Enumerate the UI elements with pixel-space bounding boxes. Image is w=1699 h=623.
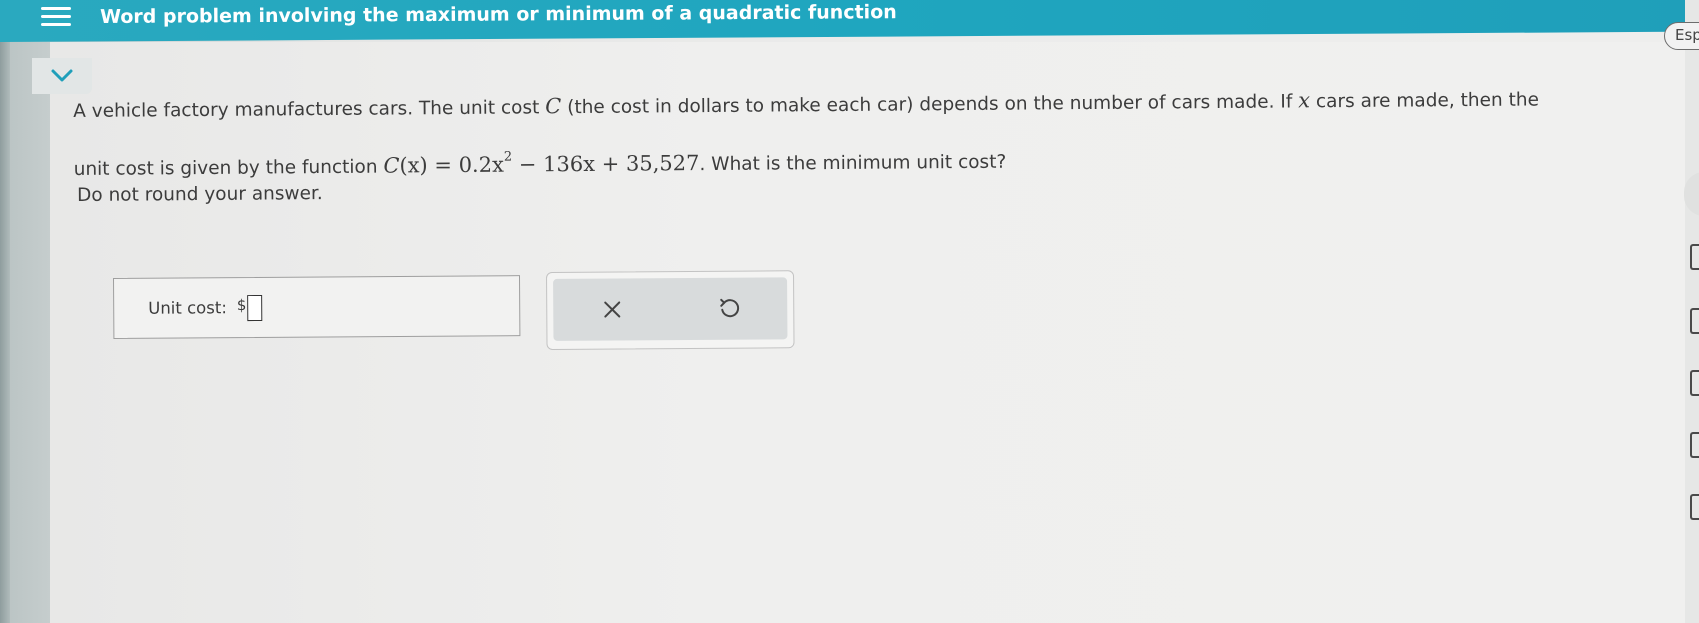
instruction-text: Do not round your answer.	[77, 183, 323, 206]
problem-text: cars are made, then the	[1309, 89, 1540, 113]
action-buttons	[553, 277, 788, 341]
chevron-down-icon	[51, 69, 73, 82]
undo-icon	[719, 298, 739, 318]
problem-text: A vehicle factory manufactures cars. The…	[73, 97, 546, 122]
problem-text: (the cost in dollars to make each car) d…	[561, 91, 1299, 119]
variable-x: x	[1298, 88, 1311, 113]
variable-c: C	[545, 94, 562, 119]
clear-button[interactable]	[587, 284, 637, 334]
sidebar-tool-icon[interactable]	[1690, 370, 1699, 396]
function-exponent: 2	[503, 149, 513, 165]
answer-label: Unit cost:	[148, 298, 227, 318]
problem-statement: A vehicle factory manufactures cars. The…	[73, 72, 1634, 196]
function-name: C	[383, 153, 400, 178]
unit-cost-input[interactable]	[247, 294, 263, 321]
sidebar-tool-icon[interactable]	[1690, 308, 1699, 334]
sidebar-tool-icon[interactable]	[1690, 494, 1699, 520]
function-expression: C(x) = 0.2x2 − 136x + 35,527	[383, 149, 700, 178]
function-argument: (x)	[399, 153, 428, 178]
problem-text: unit cost is given by the function	[73, 156, 384, 180]
undo-button[interactable]	[704, 284, 754, 334]
sidebar-tool-icon[interactable]	[1690, 432, 1699, 458]
hamburger-menu-icon[interactable]	[38, 0, 74, 32]
language-toggle-button[interactable]: Esp	[1664, 22, 1699, 50]
sidebar-tool-icon[interactable]	[1690, 244, 1699, 270]
left-edge	[0, 0, 10, 623]
screen: Word problem involving the maximum or mi…	[0, 0, 1699, 623]
action-panel	[546, 270, 795, 350]
function-term: = 0.2x	[427, 152, 504, 178]
currency-symbol: $	[236, 295, 247, 314]
problem-text: . What is the minimum unit cost?	[699, 151, 1007, 176]
function-term: − 136x + 35,527	[512, 151, 700, 177]
x-clear-icon	[603, 301, 620, 318]
answer-box: Unit cost: $	[113, 275, 521, 339]
